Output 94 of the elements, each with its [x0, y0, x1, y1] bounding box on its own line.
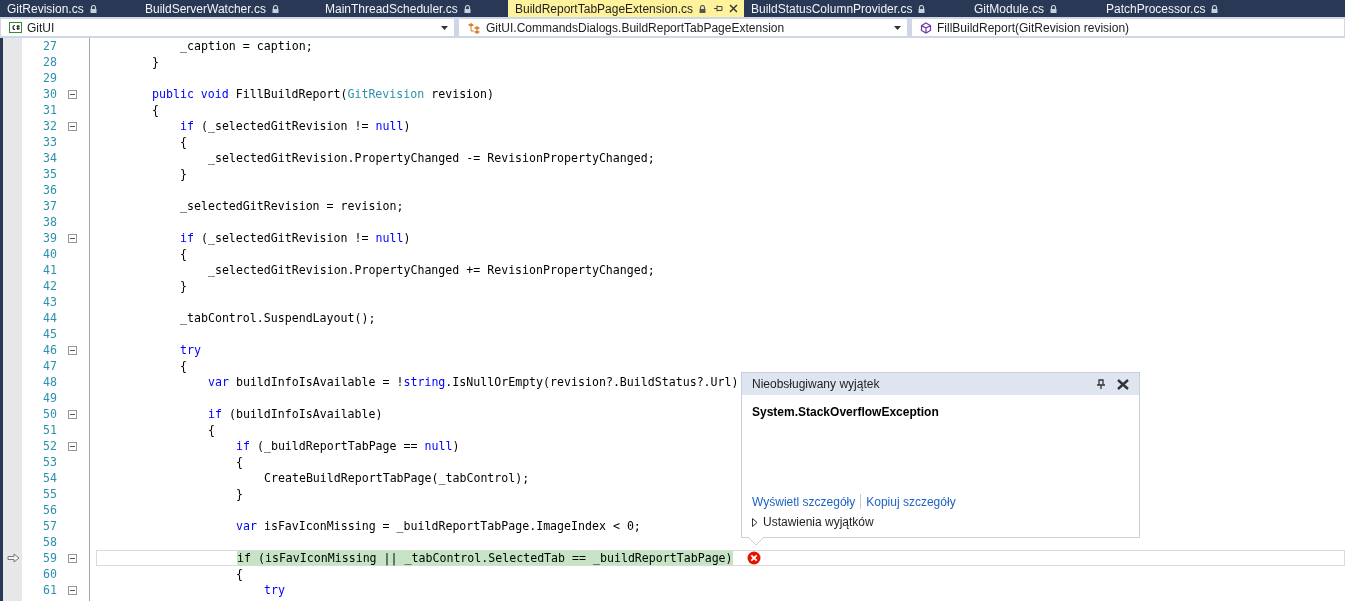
collapse-icon[interactable] — [68, 441, 77, 451]
line-number: 46 — [42, 343, 57, 357]
code-line: { — [152, 103, 159, 117]
code-line: try — [180, 343, 201, 357]
code-line: CreateBuildReportTabPage(_tabControl); — [264, 471, 530, 485]
line-number: 38 — [42, 215, 57, 229]
collapse-icon[interactable] — [68, 121, 77, 131]
code-line: { — [236, 455, 243, 469]
expand-triangle-icon — [752, 517, 758, 527]
code-line: { — [208, 423, 215, 437]
file-tab[interactable]: GitModule.cs — [967, 0, 1099, 17]
collapse-icon[interactable] — [68, 345, 77, 355]
code-line: } — [180, 279, 187, 293]
close-icon[interactable] — [729, 4, 738, 13]
line-number: 28 — [42, 55, 57, 69]
line-number: 55 — [42, 487, 57, 501]
line-number: 29 — [42, 71, 57, 85]
line-number: 51 — [42, 423, 57, 437]
line-number: 34 — [42, 151, 57, 165]
line-number: 27 — [42, 39, 57, 53]
line-number: 47 — [42, 359, 57, 373]
code-line: _caption = caption; — [180, 39, 313, 53]
line-number: 59 — [42, 551, 57, 565]
line-number: 61 — [42, 583, 57, 597]
file-tab[interactable]: BuildServerWatcher.cs — [138, 0, 318, 17]
code-line: _selectedGitRevision.PropertyChanged += RevisionPropertyChanged; — [208, 263, 655, 277]
member-dropdown[interactable]: FillBuildReport(GitRevision revision) — [911, 18, 1345, 37]
line-number: 53 — [42, 455, 57, 469]
csharp-project-icon — [9, 22, 22, 33]
code-line: _selectedGitRevision.PropertyChanged -= RevisionPropertyChanged; — [208, 151, 655, 165]
file-tab[interactable]: PatchProcessor.cs — [1099, 0, 1225, 17]
line-number: 31 — [42, 103, 57, 117]
line-number: 42 — [42, 279, 57, 293]
code-line: var isFavIconMissing = _buildReportTabPage.ImageIndex < 0; — [236, 519, 641, 533]
code-line: { — [180, 247, 187, 261]
line-number: 50 — [42, 407, 57, 421]
collapse-icon[interactable] — [68, 409, 77, 419]
code-line: if (_selectedGitRevision != null) — [180, 119, 411, 133]
code-line: } — [236, 487, 243, 501]
file-tab[interactable]: GitRevision.cs — [0, 0, 138, 17]
line-number: 37 — [42, 199, 57, 213]
line-number: 41 — [42, 263, 57, 277]
collapse-icon[interactable] — [68, 585, 77, 595]
line-number: 57 — [42, 519, 57, 533]
code-line: } — [152, 55, 159, 69]
code-line: if (_selectedGitRevision != null) — [180, 231, 411, 245]
collapse-icon[interactable] — [68, 233, 77, 243]
file-tab[interactable]: MainThreadScheduler.cs — [318, 0, 508, 17]
line-number: 35 — [42, 167, 57, 181]
line-number: 32 — [42, 119, 57, 133]
code-line: if (buildInfoIsAvailable) — [208, 407, 383, 421]
caret-icon — [894, 25, 901, 30]
exception-name: System.StackOverflowException — [752, 405, 940, 419]
close-icon[interactable] — [1117, 378, 1129, 390]
line-number: 36 — [42, 183, 57, 197]
code-line: { — [180, 135, 187, 149]
file-tab[interactable]: BuildStatusColumnProvider.cs — [744, 0, 967, 17]
line-number: 60 — [42, 567, 57, 581]
caret-icon — [441, 25, 448, 30]
file-tab[interactable]: BuildReportTabPageExtension.cs — [508, 0, 744, 17]
popup-title: Nieobsługiwany wyjątek — [752, 377, 881, 391]
class-icon — [467, 21, 481, 34]
line-number: 44 — [42, 311, 57, 325]
code-line: public void FillBuildReport(GitRevision revision) — [152, 87, 495, 101]
code-line: { — [236, 567, 243, 581]
details-link[interactable]: Wyświetl szczegóły — [752, 494, 856, 509]
line-number: 33 — [42, 135, 57, 149]
code-line: var buildInfoIsAvailable = !string.IsNullOrEmpty(revision?.BuildStatus?.Url) — [208, 375, 739, 389]
line-number: 43 — [42, 295, 57, 309]
collapse-icon[interactable] — [68, 553, 77, 563]
code-line: _selectedGitRevision = revision; — [180, 199, 404, 213]
project-dropdown[interactable]: GitUI — [0, 18, 455, 37]
code-line: } — [180, 167, 187, 181]
pin-icon[interactable] — [1097, 379, 1105, 389]
line-number: 58 — [42, 535, 57, 549]
line-number: 40 — [42, 247, 57, 261]
code-line: try — [264, 583, 285, 597]
code-line: if (_buildReportTabPage == null) — [236, 439, 460, 453]
line-number: 48 — [42, 375, 57, 389]
line-number: 39 — [42, 231, 57, 245]
line-number: 54 — [42, 471, 57, 485]
line-number: 56 — [42, 503, 57, 517]
code-line: _tabControl.SuspendLayout(); — [180, 311, 376, 325]
exception-settings-expander[interactable]: Ustawienia wyjątków — [752, 515, 1129, 529]
line-number: 52 — [42, 439, 57, 453]
type-dropdown[interactable]: GitUI.CommandsDialogs.BuildReportTabPageExtension — [458, 18, 908, 37]
details-link[interactable]: Kopiuj szczegóły — [866, 494, 956, 509]
cube-icon — [920, 21, 932, 34]
collapse-icon[interactable] — [68, 89, 77, 99]
code-line: { — [180, 359, 187, 373]
pin-icon[interactable] — [714, 4, 724, 13]
line-number: 45 — [42, 327, 57, 341]
line-number: 49 — [42, 391, 57, 405]
line-number: 30 — [42, 87, 57, 101]
